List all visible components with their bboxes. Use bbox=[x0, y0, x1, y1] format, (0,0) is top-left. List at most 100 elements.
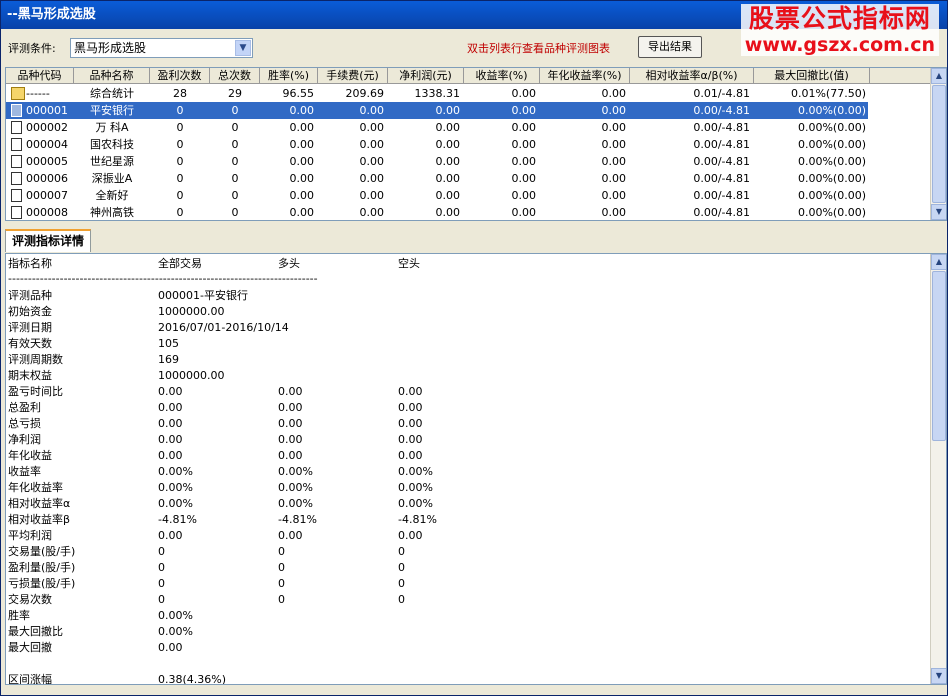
status-strip bbox=[1, 687, 947, 695]
scroll-thumb[interactable] bbox=[932, 85, 946, 203]
cell-code-text: 000008 bbox=[26, 206, 68, 219]
column-header[interactable]: 手续费(元) bbox=[318, 68, 388, 84]
cell-relative: 0.00/-4.81 bbox=[693, 155, 750, 168]
table-row[interactable]: 000002 万 科A 0 0 0.00 0.00 0.00 0.00 0.00 0.00/-4.… bbox=[6, 119, 868, 136]
table-row[interactable]: ------ 综合统计 28 29 96.55 209.69 1338.31 0.00 0.00… bbox=[6, 85, 868, 102]
cell-total: 0 bbox=[231, 172, 239, 185]
detail-value-all: 000001-平安银行 bbox=[158, 289, 248, 302]
document-icon bbox=[11, 189, 22, 202]
document-icon bbox=[11, 138, 22, 151]
column-header[interactable]: 品种名称 bbox=[74, 68, 150, 84]
table-row[interactable]: 000004 国农科技 0 0 0.00 0.00 0.00 0.00 0.00 0.00/-4.… bbox=[6, 136, 868, 153]
cell-winrate: 0.00 bbox=[289, 172, 315, 185]
cell-name: 世纪星源 bbox=[90, 155, 134, 168]
cell-code: 000008 bbox=[6, 204, 74, 220]
cell-drawdown: 0.00%(0.00) bbox=[797, 155, 866, 168]
detail-row: 交易量(股/手) 0 0 0 bbox=[6, 544, 926, 560]
detail-metric-name: 最大回撤比 bbox=[8, 625, 63, 638]
cell-total: 0 bbox=[231, 121, 239, 134]
detail-row: 初始资金 1000000.00 bbox=[6, 304, 926, 320]
detail-value-long: 0.00% bbox=[278, 497, 313, 510]
cell-code-text: ------ bbox=[26, 87, 50, 100]
table-row[interactable]: 000008 神州高铁 0 0 0.00 0.00 0.00 0.00 0.00 0.00/-4.… bbox=[6, 204, 868, 220]
cell-total: 0 bbox=[231, 155, 239, 168]
detail-row: 盈利量(股/手) 0 0 0 bbox=[6, 560, 926, 576]
cell-profit: 1338.31 bbox=[414, 87, 461, 100]
cell-profit: 0.00 bbox=[435, 104, 461, 117]
cell-winrate: 0.00 bbox=[289, 138, 315, 151]
cell-wins: 0 bbox=[176, 189, 184, 202]
export-button[interactable]: 导出结果 bbox=[638, 36, 702, 58]
detail-value-short: 0 bbox=[398, 561, 405, 574]
column-header[interactable]: 最大回撤比(值) bbox=[754, 68, 870, 84]
column-header[interactable]: 胜率(%) bbox=[260, 68, 318, 84]
cell-profit: 0.00 bbox=[435, 189, 461, 202]
cell-winrate: 0.00 bbox=[289, 155, 315, 168]
document-icon bbox=[11, 155, 22, 168]
cell-annual: 0.00 bbox=[601, 206, 627, 219]
detail-value-all: 0.00 bbox=[158, 449, 183, 462]
cell-drawdown: 0.00%(0.00) bbox=[797, 121, 866, 134]
column-header[interactable]: 年化收益率(%) bbox=[540, 68, 630, 84]
condition-select[interactable]: 黑马形成选股 ▼ bbox=[70, 38, 253, 58]
cell-profit: 0.00 bbox=[435, 172, 461, 185]
table-row[interactable]: 000007 全新好 0 0 0.00 0.00 0.00 0.00 0.00 0.00/-4.8… bbox=[6, 187, 868, 204]
hint-text: 双击列表行查看品种评测图表 bbox=[467, 42, 610, 55]
detail-value-all: 0.00% bbox=[158, 465, 193, 478]
detail-value-long: 0 bbox=[278, 545, 285, 558]
cell-code: 000005 bbox=[6, 153, 74, 170]
cell-name: 国农科技 bbox=[90, 138, 134, 151]
detail-panel: 指标名称 全部交易 多头 空头 ------------------------… bbox=[5, 253, 947, 685]
cell-relative: 0.00/-4.81 bbox=[693, 189, 750, 202]
detail-row: 评测品种 000001-平安银行 bbox=[6, 288, 926, 304]
arrow-up-icon[interactable]: ▲ bbox=[931, 254, 946, 270]
arrow-down-icon[interactable]: ▼ bbox=[931, 668, 946, 684]
column-header[interactable]: 收益率(%) bbox=[464, 68, 540, 84]
arrow-up-icon[interactable]: ▲ bbox=[931, 68, 946, 84]
scroll-thumb[interactable] bbox=[932, 271, 946, 441]
cell-name: 平安银行 bbox=[90, 104, 134, 117]
cell-winrate: 0.00 bbox=[289, 189, 315, 202]
document-icon bbox=[11, 172, 22, 185]
table-row[interactable]: 000006 深振业A 0 0 0.00 0.00 0.00 0.00 0.00 0.00/-4.… bbox=[6, 170, 868, 187]
column-header[interactable]: 净利润(元) bbox=[388, 68, 464, 84]
detail-header-all: 全部交易 bbox=[158, 257, 202, 270]
cell-profit: 0.00 bbox=[435, 121, 461, 134]
table-row[interactable]: 000005 世纪星源 0 0 0.00 0.00 0.00 0.00 0.00 0.00/-4.… bbox=[6, 153, 868, 170]
column-header[interactable]: 品种代码 bbox=[6, 68, 74, 84]
cell-fee: 0.00 bbox=[359, 155, 385, 168]
cell-wins: 0 bbox=[176, 138, 184, 151]
tab-detail[interactable]: 评测指标详情 bbox=[5, 229, 92, 252]
detail-metric-name: 总亏损 bbox=[8, 417, 41, 430]
cell-code-text: 000006 bbox=[26, 172, 68, 185]
detail-metric-name: 相对收益率α bbox=[8, 497, 71, 510]
cell-fee: 0.00 bbox=[359, 206, 385, 219]
cell-relative: 0.00/-4.81 bbox=[693, 206, 750, 219]
cell-fee: 0.00 bbox=[359, 138, 385, 151]
cell-annual: 0.00 bbox=[601, 155, 627, 168]
results-table[interactable]: 品种代码 品种名称 盈利次数 总次数 胜率(%) 手续费(元) 净利润(元) 收益率(%) 年化… bbox=[5, 67, 947, 221]
column-header[interactable]: 相对收益率α/β(%) bbox=[630, 68, 754, 84]
chevron-down-icon[interactable]: ▼ bbox=[235, 40, 251, 56]
arrow-down-icon[interactable]: ▼ bbox=[931, 204, 946, 220]
detail-value-all: 1000000.00 bbox=[158, 305, 225, 318]
detail-row: 评测周期数 169 bbox=[6, 352, 926, 368]
column-header[interactable]: 总次数 bbox=[210, 68, 260, 84]
detail-value-short: 0.00 bbox=[398, 385, 423, 398]
detail-value-all: 0 bbox=[158, 593, 165, 606]
detail-row: 区间涨幅 0.38(4.36%) bbox=[6, 672, 926, 684]
table-row[interactable]: 000001 平安银行 0 0 0.00 0.00 0.00 0.00 0.00 0.00/-4.… bbox=[6, 102, 868, 119]
detail-value-all: 0.00% bbox=[158, 497, 193, 510]
cell-drawdown: 0.00%(0.00) bbox=[797, 138, 866, 151]
detail-scrollbar[interactable]: ▲ ▼ bbox=[930, 254, 946, 684]
cell-name: 综合统计 bbox=[90, 87, 134, 100]
cell-profit: 0.00 bbox=[435, 155, 461, 168]
cell-fee: 209.69 bbox=[345, 87, 385, 100]
column-header[interactable]: 盈利次数 bbox=[150, 68, 210, 84]
table-scrollbar[interactable]: ▲ ▼ bbox=[930, 68, 946, 220]
cell-yield: 0.00 bbox=[511, 138, 537, 151]
detail-metric-name: 最大回撤 bbox=[8, 641, 52, 654]
detail-value-all: 0.00 bbox=[158, 385, 183, 398]
detail-value-all: 169 bbox=[158, 353, 179, 366]
cell-yield: 0.00 bbox=[511, 206, 537, 219]
